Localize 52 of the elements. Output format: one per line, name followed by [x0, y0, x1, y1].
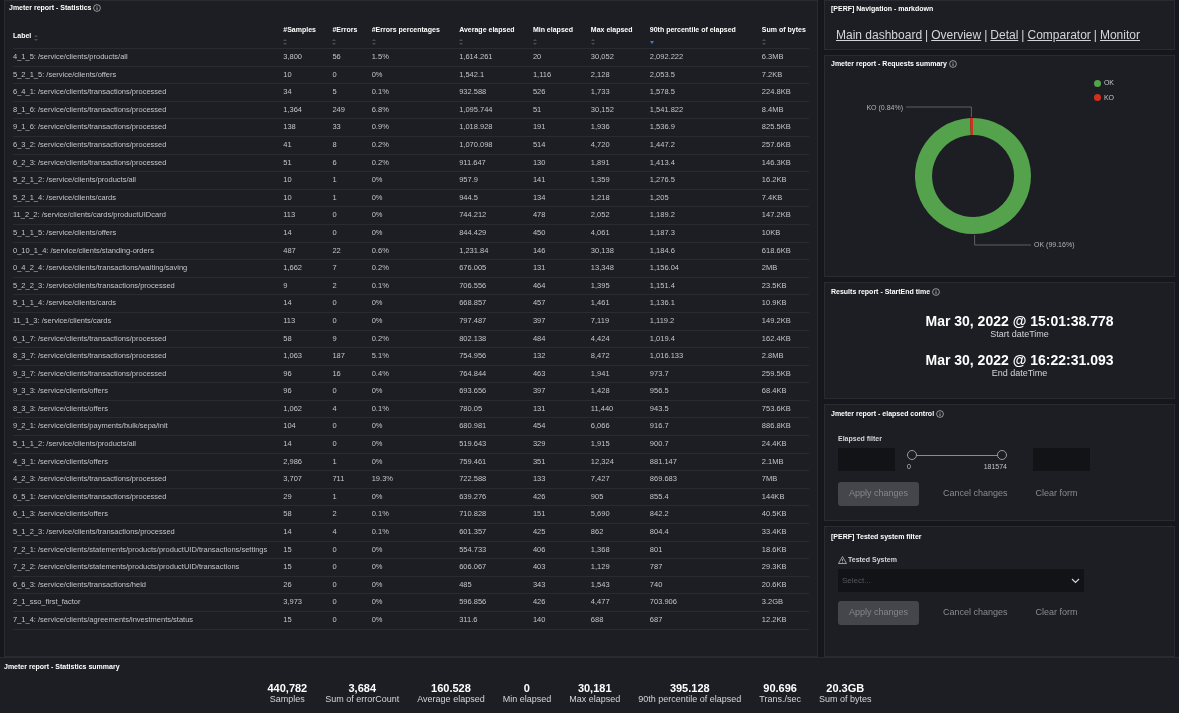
slider-thumb[interactable] [907, 450, 917, 460]
leader-line [974, 234, 1032, 245]
date-label: End dateTime [991, 367, 1048, 378]
date-value: Mar 30, 2022 @ 16:22:31.093 [925, 352, 1114, 368]
link-separator: | [1021, 26, 1025, 44]
button[interactable]: Cancel changes [939, 601, 1012, 625]
sort-icon[interactable] [532, 39, 537, 45]
date-value: Mar 30, 2022 @ 15:01:38.778 [925, 313, 1114, 329]
info-icon [932, 288, 941, 297]
nav-link[interactable]: Comparator [1027, 25, 1091, 44]
stat-value: 30,181 [577, 682, 612, 694]
stat-value: 3,684 [348, 682, 376, 694]
stat-label: Samples [269, 693, 305, 704]
button[interactable]: Clear form [1031, 601, 1082, 625]
range-slider[interactable] [907, 450, 1007, 460]
sort-icon[interactable] [590, 39, 595, 45]
stat-value: 20.3GB [826, 682, 865, 694]
nav-link[interactable]: Overview [931, 25, 982, 44]
nav-link[interactable]: Detal [990, 25, 1019, 44]
link-separator: | [984, 26, 988, 44]
stat-value: 395.128 [669, 682, 710, 694]
link-separator: | [1093, 26, 1097, 44]
stat-label: Trans./sec [759, 693, 801, 704]
stat-value: 160.528 [431, 682, 471, 694]
button[interactable]: Cancel changes [939, 481, 1012, 506]
stat-label: Average elapsed [417, 693, 485, 704]
sort-icon[interactable] [649, 39, 654, 45]
sort-icon[interactable] [761, 39, 766, 45]
stat-label: Sum of errorCount [325, 693, 400, 704]
link-separator: | [925, 26, 929, 44]
info-icon [936, 410, 945, 419]
nav-link[interactable]: Monitor [1099, 25, 1140, 44]
sort-icon[interactable] [34, 34, 39, 41]
stat-value: 440,782 [267, 682, 308, 694]
date-label: Start dateTime [990, 328, 1049, 339]
info-icon [93, 4, 102, 12]
stat-label: Sum of bytes [819, 693, 872, 704]
button[interactable]: Clear form [1031, 481, 1082, 506]
chevron-down-icon [1071, 577, 1080, 584]
stat-label: 90th percentile of elapsed [638, 693, 742, 704]
slider-thumb[interactable] [997, 450, 1007, 460]
stat-value: 90.696 [763, 682, 797, 694]
sort-icon[interactable] [332, 39, 337, 45]
sort-icon[interactable] [283, 39, 288, 45]
info-icon [948, 60, 957, 69]
nav-link[interactable]: Main dashboard [836, 25, 923, 44]
stat-label: Max elapsed [569, 693, 621, 704]
sort-icon[interactable] [371, 39, 376, 45]
stat-value: 0 [523, 682, 530, 694]
stat-label: Min elapsed [502, 693, 552, 704]
leader-line [905, 106, 972, 117]
sort-icon[interactable] [459, 39, 464, 45]
